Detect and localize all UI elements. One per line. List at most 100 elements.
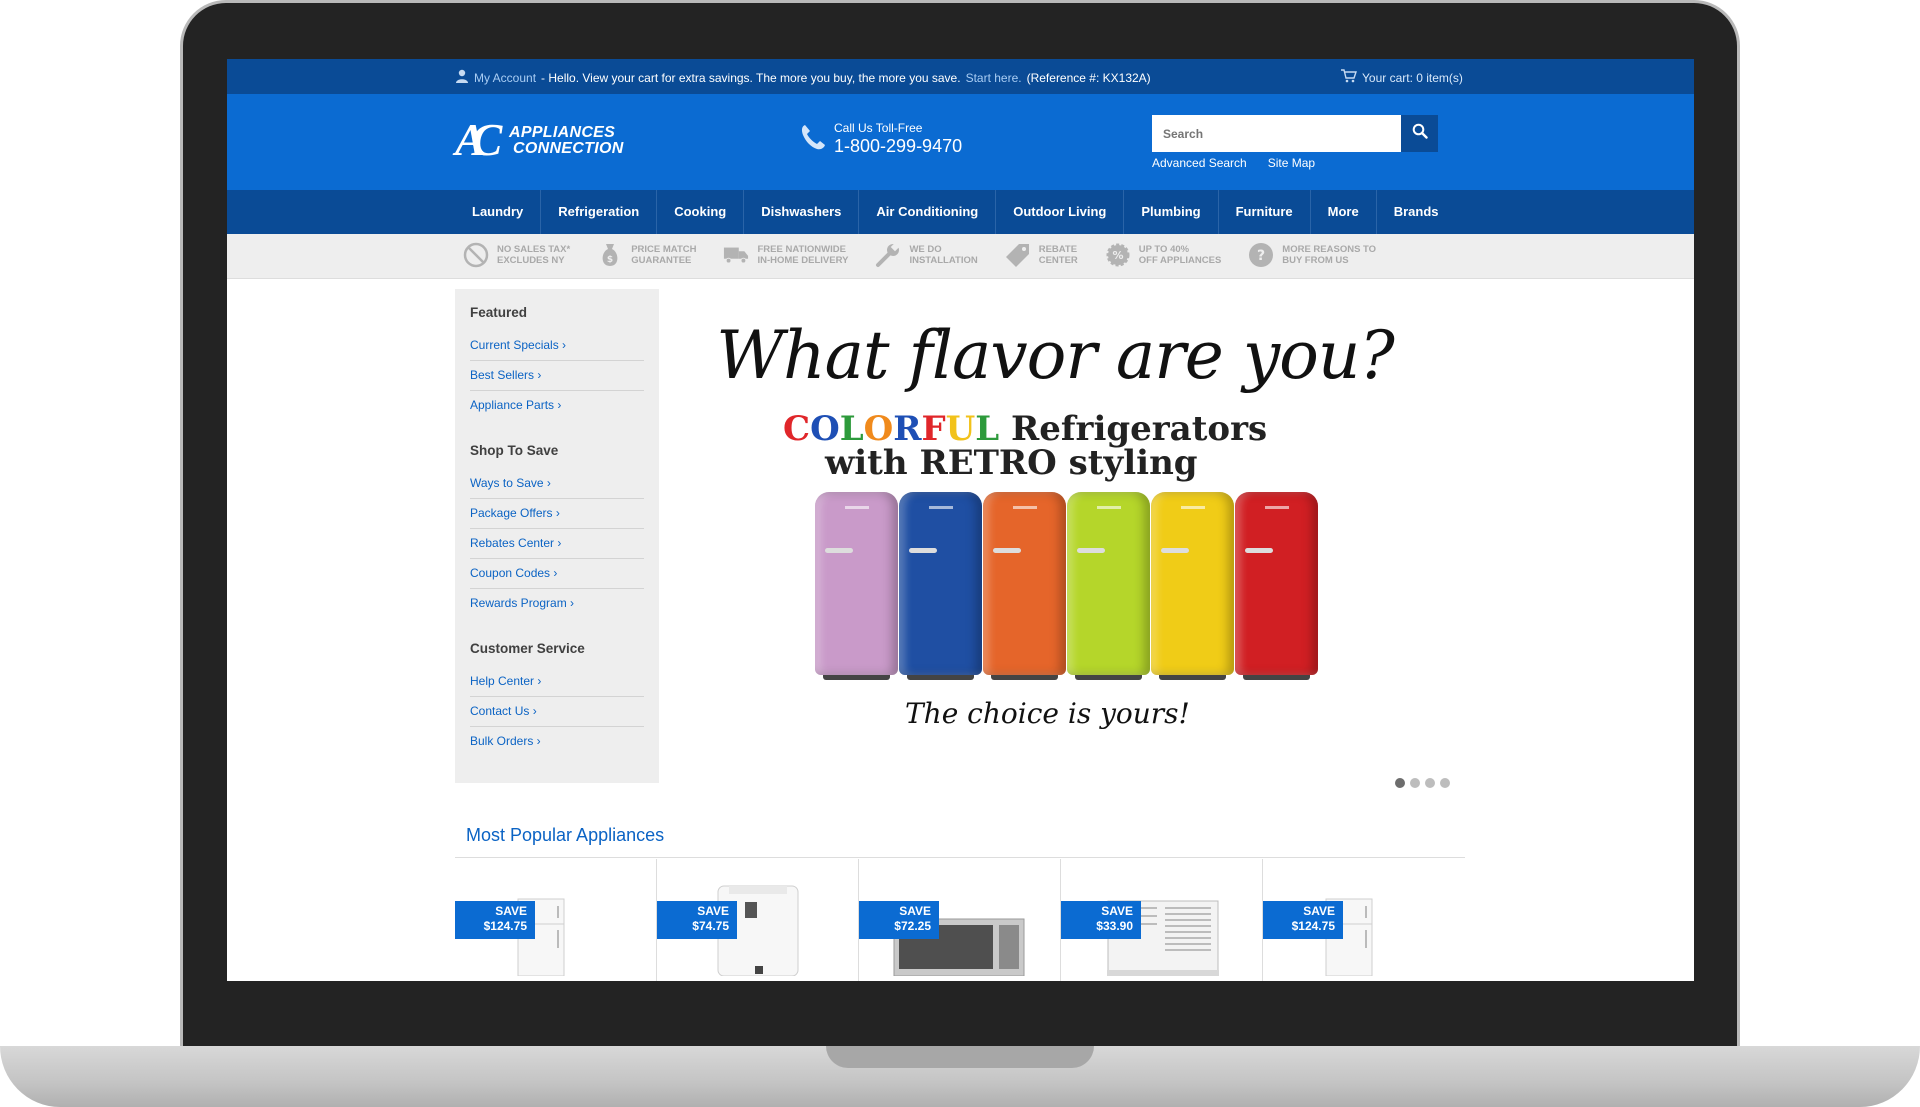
logo-word-2: CONNECTION (513, 140, 624, 157)
svg-text:?: ? (1257, 248, 1265, 264)
svg-text:%: % (1112, 249, 1123, 262)
product-card[interactable]: SAVE $124.75 (1263, 859, 1465, 981)
nav-laundry[interactable]: Laundry (455, 190, 542, 234)
benefit-line1: REBATE (1038, 244, 1078, 255)
featured-heading: Featured (470, 305, 528, 320)
cart-icon (1341, 69, 1357, 86)
save-amount: $33.90 (1096, 919, 1133, 933)
site-map-link[interactable]: Site Map (1268, 156, 1315, 170)
benefit-line2: OFF APPLIANCES (1138, 255, 1222, 266)
fridge-handle (993, 548, 1021, 553)
sidebar-item-coupon-codes[interactable]: Coupon Codes › (470, 559, 644, 589)
start-here-link[interactable]: Start here. (966, 71, 1022, 85)
fridge-logo (1265, 506, 1289, 509)
benefit-line2: CENTER (1038, 255, 1078, 266)
fridge-image (899, 492, 982, 680)
nav-cooking[interactable]: Cooking (657, 190, 745, 234)
phone-block: Call Us Toll-Free 1-800-299-9470 (800, 121, 962, 157)
fridge-logo (845, 506, 869, 509)
hero-headline: What flavor are you? (716, 317, 1394, 394)
benefit-line1: MORE REASONS TO (1282, 244, 1377, 255)
sidebar-item-bulk-orders[interactable]: Bulk Orders › (470, 727, 644, 756)
benefit-rebate-center[interactable]: REBATE CENTER (1005, 242, 1078, 268)
benefits-bar: NO SALES TAX* EXCLUDES NY $ PRICE MATCH GU… (227, 234, 1694, 279)
slide-dot[interactable] (1425, 778, 1435, 788)
colorful-letter: C (783, 409, 811, 449)
sidebar-item-help-center[interactable]: Help Center › (470, 667, 644, 697)
sidebar-item-best-sellers[interactable]: Best Sellers › (470, 361, 644, 391)
sidebar-item-current-specials[interactable]: Current Specials › (470, 331, 644, 361)
browser-screen: My Account - Hello. View your cart for e… (227, 59, 1694, 981)
fridge-logo (1097, 506, 1121, 509)
shop-to-save-heading: Shop To Save (470, 443, 559, 458)
slide-dot[interactable] (1440, 778, 1450, 788)
sidebar-item-rewards-program[interactable]: Rewards Program › (470, 589, 644, 618)
product-card[interactable]: SAVE $33.90 (1061, 859, 1263, 981)
sidebar-item-rebates-center[interactable]: Rebates Center › (470, 529, 644, 559)
advanced-search-link[interactable]: Advanced Search (1152, 156, 1247, 170)
benefit-line1: FREE NATIONWIDE (757, 244, 846, 255)
logo-mark: AC (455, 114, 503, 165)
divider (455, 857, 1465, 858)
benefit-more-reasons[interactable]: ? MORE REASONS TO BUY FROM US (1248, 242, 1376, 268)
fridge-foot (907, 675, 974, 680)
sidebar-item-contact-us[interactable]: Contact Us › (470, 697, 644, 727)
laptop-notch (826, 1046, 1094, 1068)
search-input[interactable] (1152, 115, 1402, 152)
save-amount: $124.75 (483, 919, 527, 933)
benefit-installation[interactable]: WE DO INSTALLATION (875, 242, 978, 268)
product-card[interactable]: SAVE $74.75 (657, 859, 859, 981)
sidebar-item-package-offers[interactable]: Package Offers › (470, 499, 644, 529)
slide-dot[interactable] (1395, 778, 1405, 788)
search-button[interactable] (1401, 115, 1438, 152)
nav-plumbing[interactable]: Plumbing (1124, 190, 1219, 234)
sidebar-item-appliance-parts[interactable]: Appliance Parts › (470, 391, 644, 420)
fridge-logo (929, 506, 953, 509)
main-nav: Laundry Refrigeration Cooking Dishwasher… (227, 190, 1694, 234)
save-label: SAVE (1101, 904, 1133, 918)
benefit-price-match[interactable]: $ PRICE MATCH GUARANTEE (597, 242, 696, 268)
site-logo[interactable]: AC APPLIANCES CONNECTION (455, 114, 635, 170)
phone-number[interactable]: 1-800-299-9470 (834, 136, 962, 157)
benefit-no-tax[interactable]: NO SALES TAX* EXCLUDES NY (463, 242, 570, 268)
benefit-line1: NO SALES TAX* (497, 244, 571, 255)
fridge-handle (1161, 548, 1189, 553)
fridge-foot (1243, 675, 1310, 680)
benefit-free-delivery[interactable]: FREE NATIONWIDE IN-HOME DELIVERY (723, 242, 848, 268)
welcome-text: - Hello. View your cart for extra saving… (541, 70, 961, 85)
fridge-logo (1013, 506, 1037, 509)
nav-more[interactable]: More (1311, 190, 1377, 234)
product-card[interactable]: SAVE $124.75 (455, 859, 657, 981)
save-amount: $124.75 (1291, 919, 1335, 933)
truck-icon (723, 242, 749, 268)
customer-service-heading: Customer Service (470, 641, 585, 656)
product-row: SAVE $124.75 SAVE $74.75 SAVE $72.25 SAVE $3… (455, 859, 1465, 981)
benefit-discount[interactable]: % UP TO 40% OFF APPLIANCES (1105, 242, 1222, 268)
slide-dots (1395, 778, 1450, 788)
nav-dishwashers[interactable]: Dishwashers (744, 190, 860, 234)
wrench-icon (875, 242, 901, 268)
cart-link[interactable]: Your cart: 0 item(s) (1341, 69, 1463, 86)
save-label: SAVE (697, 904, 729, 918)
nav-outdoor-living[interactable]: Outdoor Living (996, 190, 1125, 234)
slide-dot[interactable] (1410, 778, 1420, 788)
product-card[interactable]: SAVE $72.25 (859, 859, 1061, 981)
my-account-link[interactable]: My Account (474, 71, 536, 85)
account-message: My Account - Hello. View your cart for e… (455, 69, 1151, 86)
nav-brands[interactable]: Brands (1377, 190, 1456, 234)
sidebar-item-ways-to-save[interactable]: Ways to Save › (470, 469, 644, 499)
hero-banner[interactable]: What flavor are you? COLORFUL Refrigerat… (685, 317, 1615, 797)
user-icon (455, 69, 469, 86)
fridge-foot (1075, 675, 1142, 680)
benefit-line2: EXCLUDES NY (497, 255, 565, 266)
nav-refrigeration[interactable]: Refrigeration (541, 190, 658, 234)
save-badge: SAVE $74.75 (657, 901, 737, 939)
save-amount: $72.25 (894, 919, 931, 933)
fridge-foot (991, 675, 1058, 680)
benefit-line2: BUY FROM US (1282, 255, 1349, 266)
save-amount: $74.75 (692, 919, 729, 933)
fridge-image (1151, 492, 1234, 680)
nav-air-conditioning[interactable]: Air Conditioning (859, 190, 997, 234)
save-label: SAVE (899, 904, 931, 918)
nav-furniture[interactable]: Furniture (1219, 190, 1311, 234)
